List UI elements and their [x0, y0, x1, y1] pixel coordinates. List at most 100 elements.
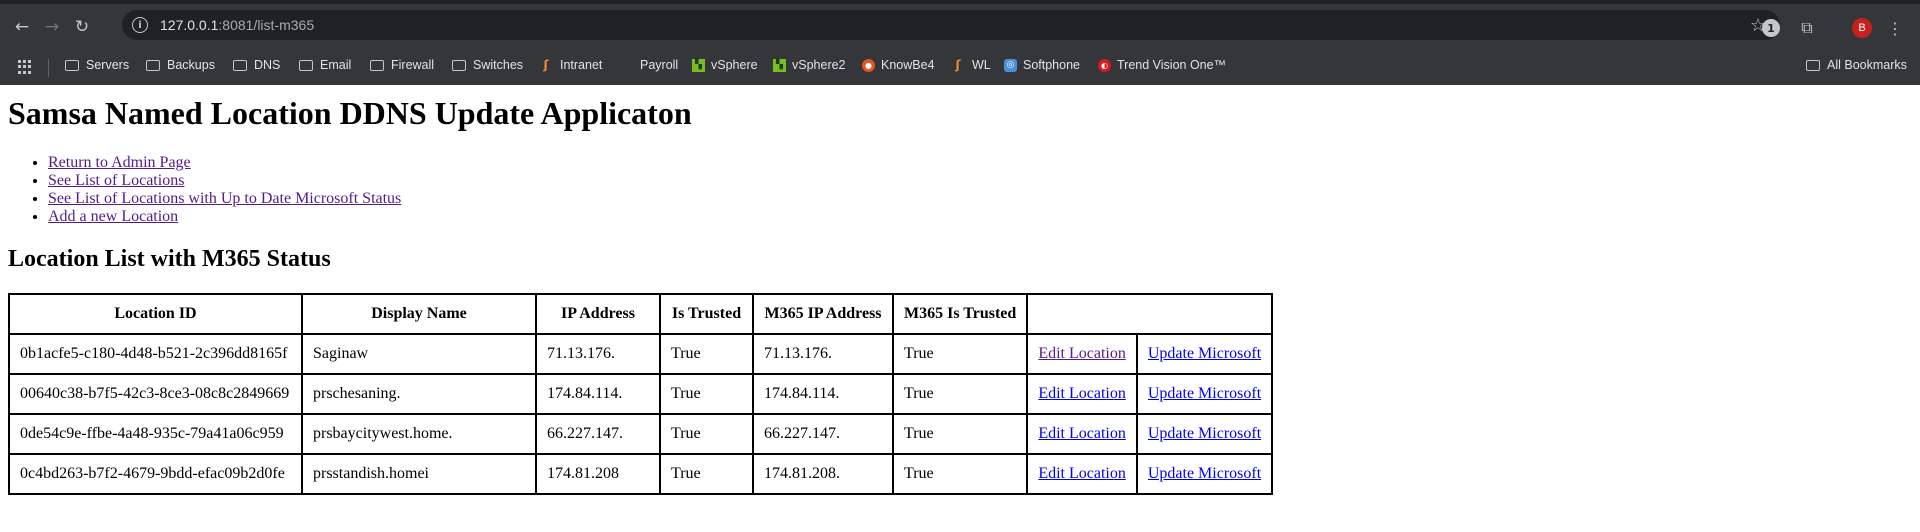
update-microsoft-link[interactable]: Update Microsoft [1148, 385, 1261, 402]
ip-address-cell: 71.13.176. [536, 334, 660, 374]
forward-arrow-icon[interactable]: → [39, 14, 65, 40]
column-header [1027, 294, 1273, 334]
edit-location-link[interactable]: Edit Location [1038, 385, 1126, 402]
table-header-row: Location ID Display Name IP Address Is T… [9, 294, 1273, 334]
apps-grid-icon[interactable] [18, 60, 32, 74]
edit-location-link[interactable]: Edit Location [1038, 345, 1126, 362]
list-locations-link[interactable]: See List of Locations [48, 172, 184, 189]
return-admin-link[interactable]: Return to Admin Page [48, 154, 191, 171]
edit-cell: Edit Location [1027, 454, 1137, 494]
column-header: Is Trusted [660, 294, 753, 334]
display-name-cell: Saginaw [302, 334, 536, 374]
m365-ip-cell: 66.227.147. [753, 414, 893, 454]
display-name-cell: prschesaning. [302, 374, 536, 414]
list-item: See List of Locations with Up to Date Mi… [48, 190, 1912, 208]
m365-ip-cell: 174.81.208. [753, 454, 893, 494]
bookmark-label: Email [320, 58, 352, 72]
bookmark-label: Switches [473, 58, 524, 72]
address-bar[interactable]: i 127.0.0.1:8081/list-m365 ☆ [122, 10, 1780, 40]
ip-address-cell: 174.81.208 [536, 454, 660, 494]
m365-trusted-cell: True [893, 374, 1028, 414]
column-header: Location ID [9, 294, 302, 334]
display-name-cell: prsbaycitywest.home. [302, 414, 536, 454]
update-microsoft-link[interactable]: Update Microsoft [1148, 345, 1261, 362]
table-row: 00640c38-b7f5-42c3-8ce3-08c8c2849669 prs… [9, 374, 1273, 414]
table-row: 0de54c9e-ffbe-4a48-935c-79a41a06c959 prs… [9, 414, 1273, 454]
trend-favicon-icon: ◐ [1098, 58, 1111, 72]
edit-location-link[interactable]: Edit Location [1038, 425, 1126, 442]
bookmark-label: vSphere [711, 58, 758, 72]
browser-toolbar: ← → ↻ i 127.0.0.1:8081/list-m365 ☆ 1 ⧉ B… [0, 4, 1920, 50]
bookmark-wl[interactable]: ʃ WL [950, 58, 991, 72]
bookmark-email[interactable]: Email [299, 58, 351, 72]
bookmark-backups[interactable]: Backups [146, 58, 215, 72]
bookmark-label: WL [972, 58, 991, 72]
location-id-cell: 0c4bd263-b7f2-4679-9bdd-efac09b2d0fe [9, 454, 302, 494]
bookmark-label: Firewall [391, 58, 435, 72]
bookmark-knowbe4[interactable]: ● KnowBe4 [862, 58, 935, 72]
is-trusted-cell: True [660, 334, 753, 374]
location-table: Location ID Display Name IP Address Is T… [8, 293, 1274, 495]
intranet-favicon-icon: ʃ [543, 58, 549, 72]
nav-link-list: Return to Admin Page See List of Locatio… [8, 154, 1912, 226]
url-text[interactable]: 127.0.0.1:8081/list-m365 [160, 17, 314, 33]
bookmark-switches[interactable]: Switches [452, 58, 523, 72]
page-content: Samsa Named Location DDNS Update Applica… [0, 95, 1920, 495]
m365-trusted-cell: True [893, 414, 1028, 454]
edit-cell: Edit Location [1027, 374, 1137, 414]
location-id-cell: 00640c38-b7f5-42c3-8ce3-08c8c2849669 [9, 374, 302, 414]
folder-icon [65, 59, 79, 71]
bookmark-dns[interactable]: DNS [233, 58, 280, 72]
site-info-icon[interactable]: i [132, 17, 148, 33]
update-cell: Update Microsoft [1136, 414, 1273, 454]
bookmark-vsphere2[interactable]: ▚ vSphere2 [773, 58, 846, 72]
add-location-link[interactable]: Add a new Location [48, 208, 178, 225]
update-microsoft-link[interactable]: Update Microsoft [1148, 465, 1261, 482]
bookmark-label: KnowBe4 [881, 58, 935, 72]
more-menu-icon[interactable]: ⋮ [1886, 19, 1904, 38]
location-id-cell: 0de54c9e-ffbe-4a48-935c-79a41a06c959 [9, 414, 302, 454]
vsphere-favicon-icon: ▚ [692, 58, 705, 72]
is-trusted-cell: True [660, 414, 753, 454]
vsphere-favicon-icon: ▚ [773, 58, 786, 72]
bookmark-firewall[interactable]: Firewall [370, 58, 434, 72]
ip-address-cell: 66.227.147. [536, 414, 660, 454]
bookmark-intranet[interactable]: ʃ Intranet [538, 58, 603, 72]
all-bookmarks-label: All Bookmarks [1827, 58, 1907, 72]
edit-location-link[interactable]: Edit Location [1038, 465, 1126, 482]
bookmark-servers[interactable]: Servers [65, 58, 129, 72]
softphone-favicon-icon: ◎ [1004, 58, 1017, 72]
is-trusted-cell: True [660, 374, 753, 414]
bookmarks-separator [48, 59, 49, 77]
extensions-icon[interactable]: ⧉ [1798, 18, 1816, 37]
bookmark-payroll[interactable]: Payroll [618, 58, 678, 72]
all-bookmarks[interactable]: All Bookmarks [1806, 58, 1907, 72]
knowbe4-favicon-icon: ● [862, 58, 875, 72]
profile-avatar[interactable]: B [1852, 18, 1872, 38]
folder-icon [299, 59, 313, 71]
bookmark-vsphere[interactable]: ▚ vSphere [692, 58, 758, 72]
list-item: See List of Locations [48, 172, 1912, 190]
table-row: 0b1acfe5-c180-4d48-b521-2c396dd8165f Sag… [9, 334, 1273, 374]
bookmark-label: Softphone [1023, 58, 1080, 72]
section-title: Location List with M365 Status [8, 246, 331, 272]
folder-icon [233, 59, 247, 71]
bookmark-label: Backups [167, 58, 215, 72]
column-header: IP Address [536, 294, 660, 334]
reload-icon[interactable]: ↻ [69, 14, 95, 40]
bookmark-softphone[interactable]: ◎ Softphone [1004, 58, 1080, 72]
bookmark-trend[interactable]: ◐ Trend Vision One™ [1098, 58, 1226, 72]
update-microsoft-link[interactable]: Update Microsoft [1148, 425, 1261, 442]
list-m365-status-link[interactable]: See List of Locations with Up to Date Mi… [48, 190, 401, 207]
is-trusted-cell: True [660, 454, 753, 494]
m365-trusted-cell: True [893, 454, 1028, 494]
blank-favicon-icon [618, 58, 634, 72]
column-header: M365 IP Address [753, 294, 893, 334]
browser-chrome: ← → ↻ i 127.0.0.1:8081/list-m365 ☆ 1 ⧉ B… [0, 0, 1920, 85]
edit-cell: Edit Location [1027, 414, 1137, 454]
password-manager-icon[interactable]: 1 [1762, 19, 1780, 37]
bookmark-label: Payroll [640, 58, 679, 72]
back-arrow-icon[interactable]: ← [9, 14, 35, 40]
update-cell: Update Microsoft [1136, 374, 1273, 414]
display-name-cell: prsstandish.homei [302, 454, 536, 494]
